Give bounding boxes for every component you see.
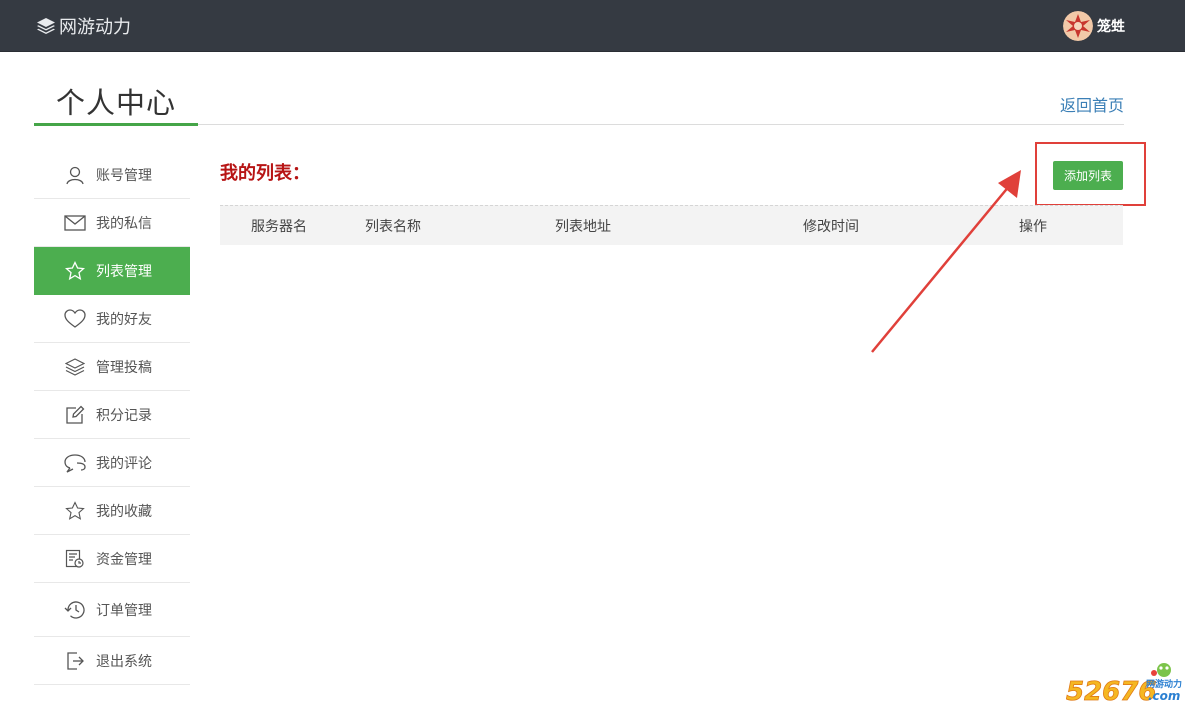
history-icon [64, 599, 86, 621]
edit-icon [64, 404, 86, 426]
sidebar-item-submissions[interactable]: 管理投稿 [34, 343, 190, 391]
watermark-logo: 52676 网游动力 .com [1066, 660, 1184, 704]
add-list-button[interactable]: 添加列表 [1053, 161, 1123, 190]
sidebar-item-list-management[interactable]: 列表管理 [34, 247, 190, 295]
sidebar-item-logout[interactable]: 退出系统 [34, 637, 190, 685]
section-title: 我的列表： [220, 163, 310, 183]
mail-icon [64, 212, 86, 234]
column-header-modified-time: 修改时间 [803, 218, 859, 234]
user-menu[interactable]: 笼甡 [1063, 0, 1125, 52]
top-navbar: 网游动力 笼甡 [0, 0, 1185, 52]
column-header-actions: 操作 [1019, 218, 1047, 234]
table-header: 服务器名 列表名称 列表地址 修改时间 操作 [220, 205, 1123, 245]
star-outline-icon [64, 500, 86, 522]
sidebar-item-orders[interactable]: 订单管理 [34, 583, 190, 637]
finance-icon [64, 548, 86, 570]
sidebar-item-label: 我的收藏 [96, 502, 152, 519]
header-divider-accent [34, 123, 198, 126]
watermark-digits: 52676 [1066, 677, 1156, 704]
list-table: 服务器名 列表名称 列表地址 修改时间 操作 [220, 205, 1123, 245]
brand-logo[interactable]: 网游动力 [36, 0, 131, 52]
sidebar-item-label: 我的好友 [96, 310, 152, 327]
sidebar-item-finance[interactable]: 资金管理 [34, 535, 190, 583]
layers-icon [64, 356, 86, 378]
star-icon [64, 260, 86, 282]
back-home-link[interactable]: 返回首页 [1060, 92, 1124, 116]
sidebar-item-comments[interactable]: 我的评论 [34, 439, 190, 487]
sidebar-item-label: 账号管理 [96, 166, 152, 183]
sidebar-item-label: 订单管理 [96, 601, 152, 618]
user-icon [64, 164, 86, 186]
sidebar-item-account[interactable]: 账号管理 [34, 151, 190, 199]
layers-logo-icon [37, 18, 55, 34]
column-header-server: 服务器名 [251, 218, 307, 234]
avatar[interactable] [1063, 11, 1093, 41]
page-title: 个人中心 [56, 88, 177, 120]
logout-icon [64, 650, 86, 672]
sidebar-item-label: 我的私信 [96, 214, 152, 231]
watermark-domain: .com [1148, 689, 1180, 703]
sidebar-item-label: 积分记录 [96, 406, 152, 423]
sidebar-item-favorites[interactable]: 我的收藏 [34, 487, 190, 535]
sidebar-item-label: 资金管理 [96, 550, 152, 567]
sidebar-item-label: 我的评论 [96, 454, 152, 471]
sidebar-item-label: 管理投稿 [96, 358, 152, 375]
column-header-list-name: 列表名称 [365, 218, 421, 234]
sidebar-item-messages[interactable]: 我的私信 [34, 199, 190, 247]
sidebar-nav: 账号管理 我的私信 列表管理 我的好友 管理投稿 积分记录 我的评论 我的收藏 … [34, 151, 190, 685]
sidebar-item-label: 退出系统 [96, 652, 152, 669]
sidebar-item-points[interactable]: 积分记录 [34, 391, 190, 439]
sidebar-item-friends[interactable]: 我的好友 [34, 295, 190, 343]
heart-icon [64, 308, 86, 330]
sidebar-item-label: 列表管理 [96, 262, 152, 279]
user-name[interactable]: 笼甡 [1097, 16, 1125, 36]
column-header-list-url: 列表地址 [555, 218, 611, 234]
comment-icon [64, 452, 86, 474]
brand-name: 网游动力 [59, 17, 131, 37]
